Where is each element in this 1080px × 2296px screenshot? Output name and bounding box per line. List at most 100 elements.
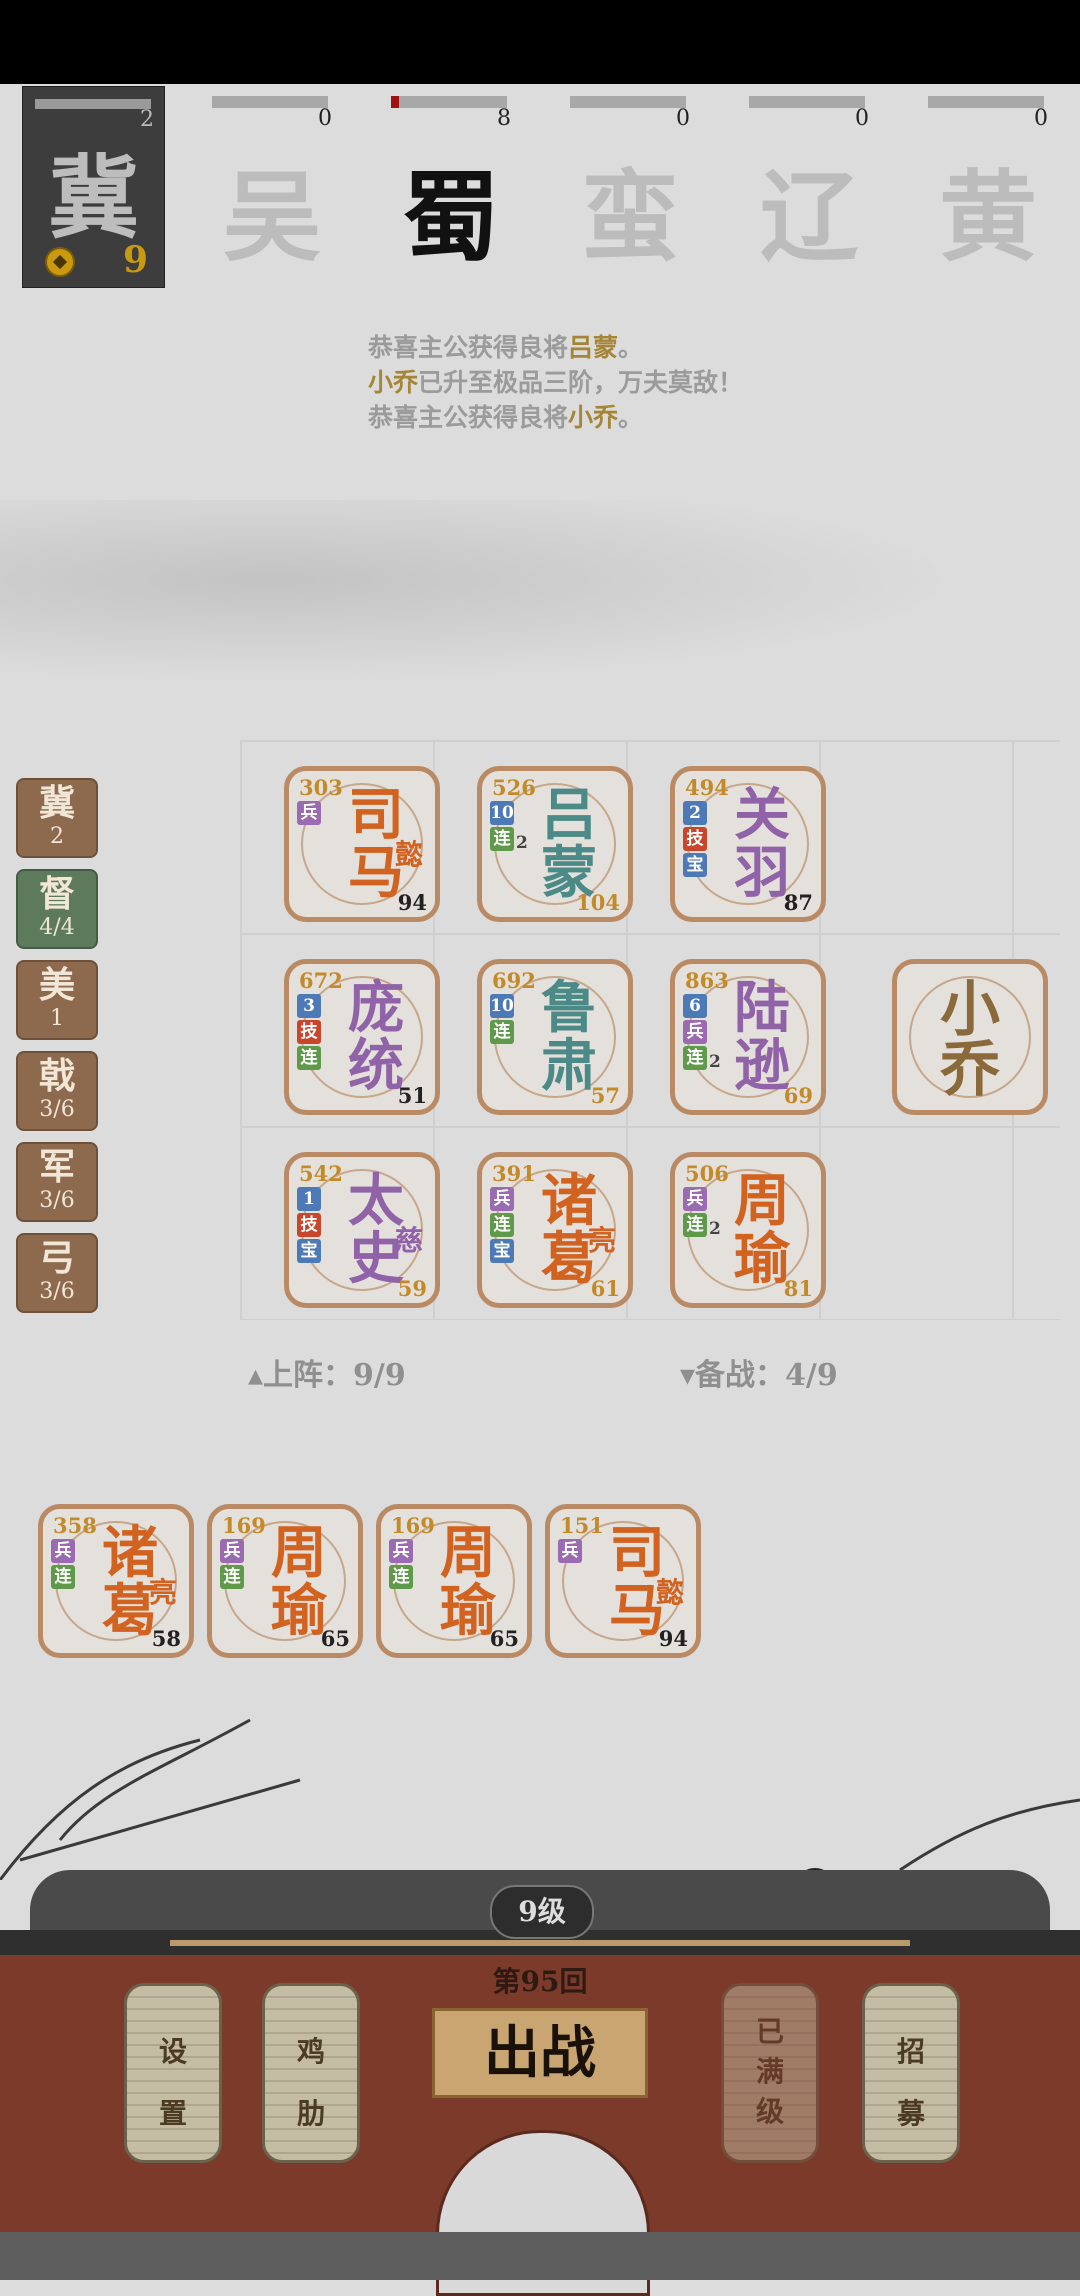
button-label-char: 肋 — [296, 2097, 325, 2130]
badge-lian: 连 — [490, 827, 514, 851]
hero-name-suffix: 懿 — [394, 838, 423, 871]
hero-level: 51 — [397, 1083, 427, 1108]
badge-lian: 连 — [490, 1020, 514, 1044]
bottom-strip — [0, 2232, 1080, 2280]
message-text: 。 — [618, 333, 644, 362]
faction-huang[interactable]: 0 黄 — [928, 96, 1048, 286]
badge-star-count: 2 — [683, 801, 707, 825]
hero-name-char1: 周 — [271, 1520, 327, 1586]
faction-progress — [749, 96, 865, 108]
hero-badges: 兵 — [297, 801, 321, 825]
message-text: 。 — [618, 403, 644, 432]
hero-badges: 6 兵 连 — [683, 994, 707, 1070]
badge-lian: 连 — [51, 1565, 75, 1589]
side-tag-ji[interactable]: 冀2 — [16, 778, 98, 858]
hero-badges: 1 技 宝 — [297, 1187, 321, 1263]
bench-card-zhugeliang[interactable]: 358 兵 连 诸 葛 亮 58 — [38, 1504, 194, 1658]
fight-button[interactable]: 出战 — [432, 2008, 648, 2098]
badge-ji: 技 — [297, 1213, 321, 1237]
hero-level: 65 — [320, 1626, 350, 1651]
faction-man[interactable]: 0 蛮 — [570, 96, 690, 286]
badge-bao: 宝 — [683, 853, 707, 877]
hero-name-suffix: 亮 — [587, 1224, 616, 1257]
hero-badges: 兵 连 — [220, 1539, 244, 1589]
faction-progress — [928, 96, 1044, 108]
hero-name-suffix: 亮 — [148, 1576, 177, 1609]
message-log: 恭喜主公获得良将吕蒙。 小乔已升至极品三阶，万夫莫敌！ 恭喜主公获得良将小乔。 — [368, 330, 743, 435]
side-tag-du[interactable]: 督 4/4 — [16, 869, 98, 949]
bench-card-zhouyu[interactable]: 169 兵 连 周 瑜 65 — [207, 1504, 363, 1658]
hero-name-char1: 庞 — [348, 975, 404, 1041]
side-tag-gong[interactable]: 弓 3/6 — [16, 1233, 98, 1313]
side-tag-name: 戟 — [38, 1055, 75, 1097]
side-tag-value: 4/4 — [39, 915, 75, 940]
hero-level: 69 — [783, 1083, 813, 1108]
side-tag-mei[interactable]: 美1 — [16, 960, 98, 1040]
reserve-count: ▾备战：4/9 — [680, 1358, 838, 1393]
faction-progress — [391, 96, 507, 108]
hero-level: 104 — [576, 890, 620, 915]
hero-power: 151 — [560, 1513, 604, 1538]
hero-card-zhouyu[interactable]: 506 兵 连 2 周 瑜 81 — [670, 1152, 826, 1308]
player-faction-card[interactable]: 2 冀 9 — [22, 86, 165, 288]
hero-card-zhugeliang[interactable]: 391 兵 连 宝 诸 葛 亮 61 — [477, 1152, 633, 1308]
hero-badges: 兵 — [558, 1539, 582, 1563]
hero-power: 358 — [53, 1513, 97, 1538]
hero-card-guanyu[interactable]: 494 2 技 宝 关 羽 87 — [670, 766, 826, 922]
badge-ji: 技 — [297, 1020, 321, 1044]
hero-name-char1: 鲁 — [541, 975, 597, 1041]
faction-name: 蛮 — [580, 160, 679, 275]
side-tag-name: 美 — [38, 964, 75, 1006]
faction-count: 0 — [676, 106, 690, 131]
hero-badges: 兵 连 宝 — [490, 1187, 514, 1263]
badge-star-count: 10 — [490, 801, 514, 825]
message-text: 恭喜主公获得良将 — [368, 333, 569, 362]
hero-power: 863 — [685, 968, 729, 993]
faction-shu[interactable]: 8 蜀 — [391, 96, 511, 286]
message-line: 恭喜主公获得良将小乔。 — [368, 400, 743, 435]
badge-ji: 技 — [683, 827, 707, 851]
faction-wu[interactable]: 0 吴 — [212, 96, 332, 286]
chicken-rib-button[interactable]: 鸡 肋 — [262, 1983, 360, 2163]
hero-badges: 兵 连 — [683, 1187, 707, 1237]
hero-badges: 10 连 — [490, 994, 514, 1044]
side-tag-value: 3/6 — [39, 1097, 75, 1122]
badge-star-count: 10 — [490, 994, 514, 1018]
hero-card-taishici[interactable]: 542 1 技 宝 太 史 慈 59 — [284, 1152, 440, 1308]
hero-name-char1: 周 — [734, 1168, 790, 1234]
settings-button[interactable]: 设 置 — [124, 1983, 222, 2163]
message-hero-name: 小乔 — [568, 403, 619, 432]
side-tag-jun[interactable]: 军 3/6 — [16, 1142, 98, 1222]
hero-card-lusu[interactable]: 692 10 连 鲁 肃 57 — [477, 959, 633, 1115]
hero-card-lvmeng[interactable]: 526 10 连 2 吕 蒙 104 — [477, 766, 633, 922]
side-tag-name: 弓 — [38, 1237, 75, 1279]
max-level-button[interactable]: 已 满 级 — [721, 1983, 819, 2163]
hero-card-xiaoqiao[interactable]: 小 乔 — [892, 959, 1048, 1115]
hero-level: 94 — [658, 1626, 688, 1651]
faction-liao[interactable]: 0 辽 — [749, 96, 869, 286]
button-label-char: 级 — [755, 2095, 784, 2128]
deployed-count: ▴上阵：9/9 — [248, 1358, 406, 1393]
side-tag-value: 1 — [50, 1006, 64, 1031]
hero-level: 81 — [783, 1276, 813, 1301]
button-label-char: 已 — [755, 2015, 784, 2048]
badge-bing: 兵 — [297, 801, 321, 825]
side-tag-ji-halberd[interactable]: 戟 3/6 — [16, 1051, 98, 1131]
badge-bing: 兵 — [683, 1020, 707, 1044]
player-faction-progress — [35, 99, 151, 109]
faction-name: 蜀 — [401, 160, 500, 275]
badge-lian: 连 — [490, 1213, 514, 1237]
ink-landscape — [0, 500, 1080, 700]
faction-bar: 2 冀 9 0 吴 8 蜀 0 蛮 0 辽 0 黄 — [0, 84, 1080, 294]
faction-count: 0 — [318, 106, 332, 131]
bench-card-simayi[interactable]: 151 兵 司 马 懿 94 — [545, 1504, 701, 1658]
recruit-button[interactable]: 招 募 — [862, 1983, 960, 2163]
hero-name-char1: 小 — [940, 975, 1000, 1045]
hero-card-simayi[interactable]: 303 兵 司 马 懿 94 — [284, 766, 440, 922]
bench-card-zhouyu-2[interactable]: 169 兵 连 周 瑜 65 — [376, 1504, 532, 1658]
round-label: 第95回 — [492, 1965, 588, 1998]
side-tag-name: 督 — [38, 873, 75, 915]
hero-card-luxun[interactable]: 863 6 兵 连 2 陆 逊 69 — [670, 959, 826, 1115]
badge-star-count: 3 — [297, 994, 321, 1018]
hero-card-pangtong[interactable]: 672 3 技 连 庞 统 51 — [284, 959, 440, 1115]
